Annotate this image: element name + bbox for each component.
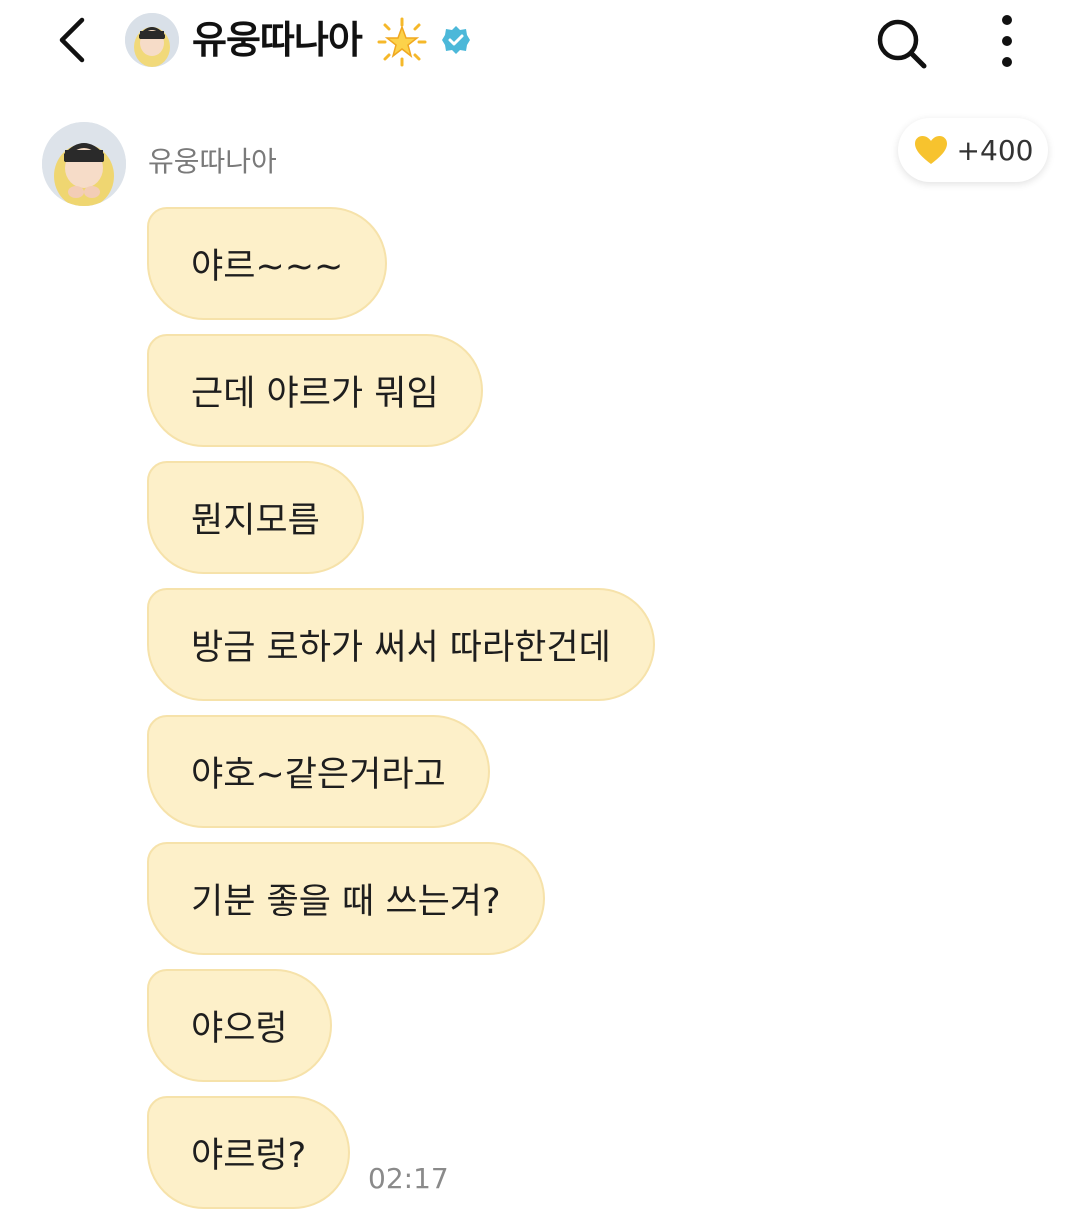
- more-options-button[interactable]: [990, 14, 1024, 68]
- heart-count: +400: [956, 133, 1034, 167]
- message-bubble[interactable]: 야호~같은거라고: [147, 715, 490, 828]
- back-button[interactable]: [50, 14, 98, 66]
- message-bubble[interactable]: 근데 야르가 뭐임: [147, 334, 483, 447]
- more-vertical-icon: [1002, 15, 1012, 67]
- message-bubble[interactable]: 기분 좋을 때 쓰는겨?: [147, 842, 545, 955]
- message-bubble[interactable]: 방금 로하가 써서 따라한건데: [147, 588, 655, 701]
- verified-badge-icon: [441, 25, 471, 55]
- message-timestamp: 02:17: [368, 1162, 449, 1195]
- message-bubble[interactable]: 야으렁: [147, 969, 332, 1082]
- glowing-star-icon: [377, 17, 427, 67]
- header-avatar[interactable]: [125, 13, 179, 67]
- message-bubble[interactable]: 뭔지모름: [147, 461, 364, 574]
- heart-reaction-badge[interactable]: +400: [898, 118, 1048, 182]
- yellow-heart-icon: [914, 136, 947, 164]
- chevron-left-icon: [59, 17, 85, 63]
- chat-title: 유웅따나아: [192, 18, 363, 62]
- search-icon: [877, 19, 927, 69]
- sender-name: 유웅따나아: [148, 145, 277, 178]
- chat-header: 유웅따나아: [0, 0, 1080, 90]
- message-bubble[interactable]: 야르렁?: [147, 1096, 351, 1209]
- sender-avatar[interactable]: [42, 122, 126, 206]
- search-button[interactable]: [872, 14, 930, 72]
- message-bubble[interactable]: 야르~~~: [147, 207, 388, 320]
